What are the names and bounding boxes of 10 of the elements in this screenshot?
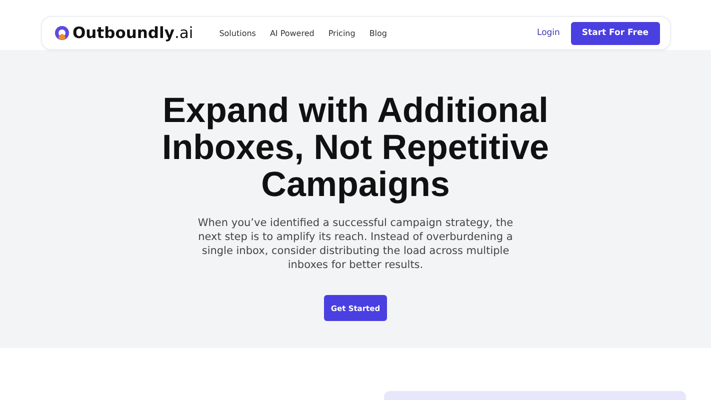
- nav-link[interactable]: Blog: [369, 28, 387, 38]
- login-link[interactable]: Login: [536, 28, 560, 38]
- logo-icon: [54, 26, 68, 40]
- nav-link[interactable]: AI Powered: [270, 28, 314, 38]
- brand-logo[interactable]: Outboundly.ai: [72, 24, 194, 42]
- hero-description: When you’ve identified a successful campaign strategy, the next step is to amplify its reach. Instead of overburdening a single inbox, consider distributing the load across multiple inboxes for better results.: [196, 216, 514, 272]
- nav-link[interactable]: Solutions: [219, 28, 256, 38]
- hero-title: Expand with Additional Inboxes, Not Repetitive Campaigns: [160, 92, 550, 203]
- start-for-free-button[interactable]: Start For Free: [570, 22, 660, 44]
- nav-link[interactable]: Pricing: [328, 28, 356, 38]
